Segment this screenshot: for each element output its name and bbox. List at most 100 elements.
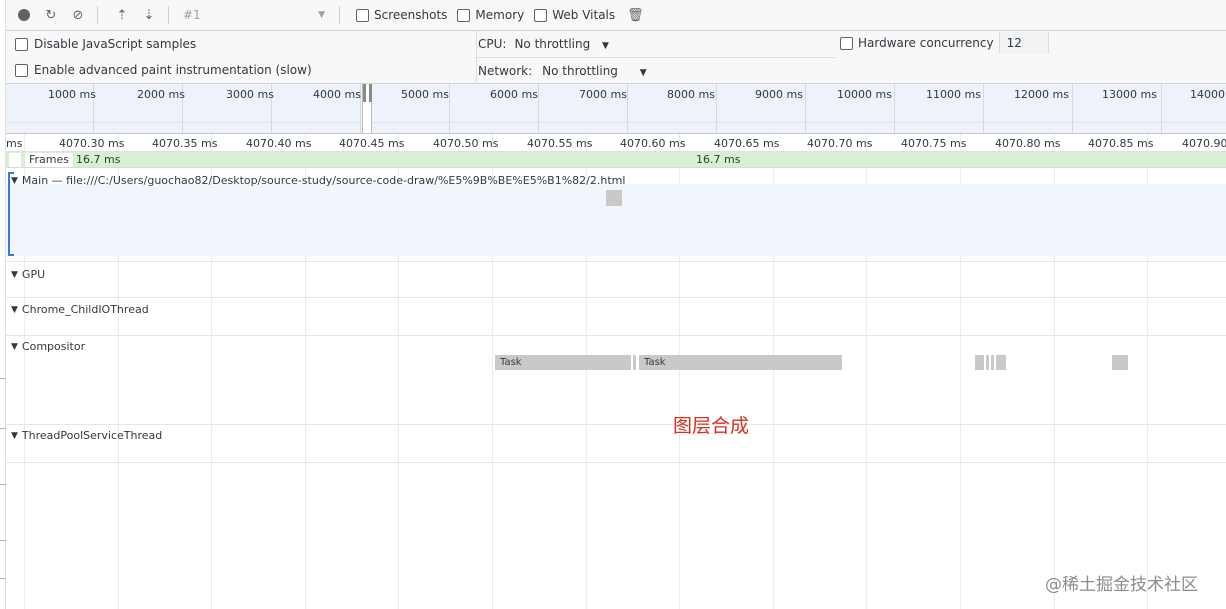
edge-tick [0, 540, 6, 541]
memory-label: Memory [475, 8, 525, 22]
clear-icon: ⊘ [72, 7, 84, 23]
frames-label: Frames [25, 153, 74, 167]
overview-label: 12000 ms [1014, 88, 1069, 101]
frame-duration[interactable]: 16.7 ms [696, 153, 740, 166]
compositor-task-slice[interactable] [996, 355, 1006, 370]
main-track-header[interactable]: ▼ Main — file:///C:/Users/guochao82/Desk… [11, 174, 625, 187]
expand-triangle-icon: ▼ [11, 430, 18, 441]
watermark: @稀土掘金技术社区 [1045, 575, 1198, 595]
overview-label: 13000 ms [1102, 88, 1157, 101]
network-throttling: Network: No throttling ▼ [478, 64, 647, 78]
overview-window-handle-left[interactable] [363, 84, 366, 102]
main-thread-track[interactable]: ▼ Main — file:///C:/Users/guochao82/Desk… [6, 168, 1226, 262]
hardware-concurrency-input[interactable]: 12 [998, 32, 1049, 54]
ruler-label: 4070.40 ms [246, 137, 312, 150]
toolbar-divider [339, 6, 340, 24]
screenshots-checkbox[interactable]: Screenshots [356, 8, 447, 22]
web-vitals-label: Web Vitals [552, 8, 616, 22]
settings-divider [476, 57, 836, 58]
compositor-task-slice[interactable] [986, 355, 989, 370]
ruler-label: ms [6, 137, 23, 150]
disable-js-samples-checkbox[interactable]: Disable JavaScript samples [15, 37, 196, 51]
overview-label: 1000 ms [48, 88, 96, 101]
compositor-task-slice[interactable] [975, 355, 984, 370]
record-icon [18, 9, 30, 21]
annotation-text: 图层合成 [673, 415, 750, 437]
expand-triangle-icon: ▼ [11, 269, 18, 280]
network-label: Network: [478, 64, 533, 78]
compositor-task[interactable]: Task [495, 355, 631, 370]
hardware-concurrency-checkbox[interactable]: Hardware concurrency 12 [840, 32, 1049, 54]
upload-icon: ⇡ [116, 7, 128, 23]
overview-label: 7000 ms [579, 88, 627, 101]
overview-window-handle-right[interactable] [369, 84, 372, 102]
gpu-track[interactable]: ▼ GPU [6, 262, 1226, 298]
ruler-label: 4070.35 ms [152, 137, 218, 150]
clear-button[interactable]: ⊘ [69, 6, 87, 24]
toolbar-divider [97, 6, 98, 24]
record-button[interactable] [15, 6, 33, 24]
child-io-track-title: Chrome_ChildIOThread [21, 303, 149, 316]
thread-pool-track-header[interactable]: ▼ ThreadPoolServiceThread [11, 429, 162, 442]
profile-select[interactable]: #1 ▼ [179, 5, 329, 25]
screenshots-label: Screenshots [374, 8, 448, 22]
overview-grid-line [538, 84, 539, 133]
overview-label: 3000 ms [226, 88, 274, 101]
overview-grid-line [983, 84, 984, 133]
hardware-concurrency-label: Hardware concurrency [858, 36, 994, 50]
compositor-task-slice[interactable] [1112, 355, 1128, 370]
ruler-label: 4070.65 ms [714, 137, 780, 150]
advanced-paint-checkbox[interactable]: Enable advanced paint instrumentation (s… [15, 63, 312, 77]
main-track-title: Main — file:///C:/Users/guochao82/Deskto… [21, 174, 626, 187]
checkbox-box [457, 8, 471, 22]
frames-track[interactable]: Frames 16.7 ms 16.7 ms [6, 152, 1226, 168]
overview-grid-line [1161, 84, 1162, 133]
network-throttling-select[interactable]: No throttling ▼ [542, 64, 647, 78]
collect-garbage-button[interactable]: 🗑 [627, 8, 644, 23]
download-icon: ⇣ [143, 7, 155, 23]
overview-grid-line [449, 84, 450, 133]
reload-icon: ↻ [45, 7, 57, 23]
timeline-ruler: ms 4070.30 ms 4070.35 ms 4070.40 ms 4070… [6, 134, 1226, 152]
compositor-task-slice[interactable] [991, 355, 994, 370]
child-io-track-header[interactable]: ▼ Chrome_ChildIOThread [11, 303, 149, 316]
expand-triangle-icon: ▼ [11, 304, 18, 315]
compositor-track-title: Compositor [21, 340, 86, 353]
timeline-overview[interactable]: 1000 ms 2000 ms 3000 ms 4000 ms 5000 ms … [6, 84, 1226, 134]
main-event-block[interactable] [606, 190, 622, 206]
ruler-label: 4070.55 ms [527, 137, 593, 150]
ruler-label: 4070.50 ms [433, 137, 499, 150]
cpu-throttling-select[interactable]: No throttling ▼ [514, 37, 609, 51]
overview-label: 11000 ms [926, 88, 981, 101]
ruler-label: 4070.60 ms [620, 137, 686, 150]
overview-label: 4000 ms [313, 88, 361, 101]
ruler-label: 4070.45 ms [339, 137, 405, 150]
gpu-track-header[interactable]: ▼ GPU [11, 268, 45, 281]
compositor-task[interactable]: Task [639, 355, 842, 370]
save-profile-button[interactable]: ⇣ [140, 6, 158, 24]
expand-triangle-icon: ▼ [11, 175, 18, 186]
performance-toolbar: ↻ ⊘ ⇡ ⇣ #1 ▼ Screenshots Memory Web Vita… [6, 0, 1226, 31]
ruler-label: 4070.30 ms [59, 137, 125, 150]
gpu-track-title: GPU [21, 268, 46, 281]
web-vitals-checkbox[interactable]: Web Vitals [534, 8, 615, 22]
memory-checkbox[interactable]: Memory [457, 8, 524, 22]
thread-pool-track[interactable]: ▼ ThreadPoolServiceThread [6, 425, 1226, 463]
network-throttling-value: No throttling [542, 64, 618, 78]
overview-label: 2000 ms [137, 88, 185, 101]
frame-duration[interactable]: 16.7 ms [76, 153, 120, 166]
compositor-track[interactable]: ▼ Compositor Task Task [6, 336, 1226, 425]
checkbox-box [15, 37, 28, 51]
chevron-down-icon: ▼ [318, 10, 325, 20]
load-profile-button[interactable]: ⇡ [113, 6, 131, 24]
expand-triangle-icon: ▼ [11, 341, 18, 352]
frame-box [9, 153, 21, 167]
compositor-track-header[interactable]: ▼ Compositor [11, 340, 85, 353]
profile-select-value: #1 [183, 8, 201, 22]
overview-grid-line [716, 84, 717, 133]
compositor-task-slice[interactable] [633, 355, 636, 370]
reload-record-button[interactable]: ↻ [42, 6, 60, 24]
child-io-thread-track[interactable]: ▼ Chrome_ChildIOThread [6, 298, 1226, 336]
ruler-label: 4070.80 ms [995, 137, 1061, 150]
checkbox-box [356, 8, 369, 22]
